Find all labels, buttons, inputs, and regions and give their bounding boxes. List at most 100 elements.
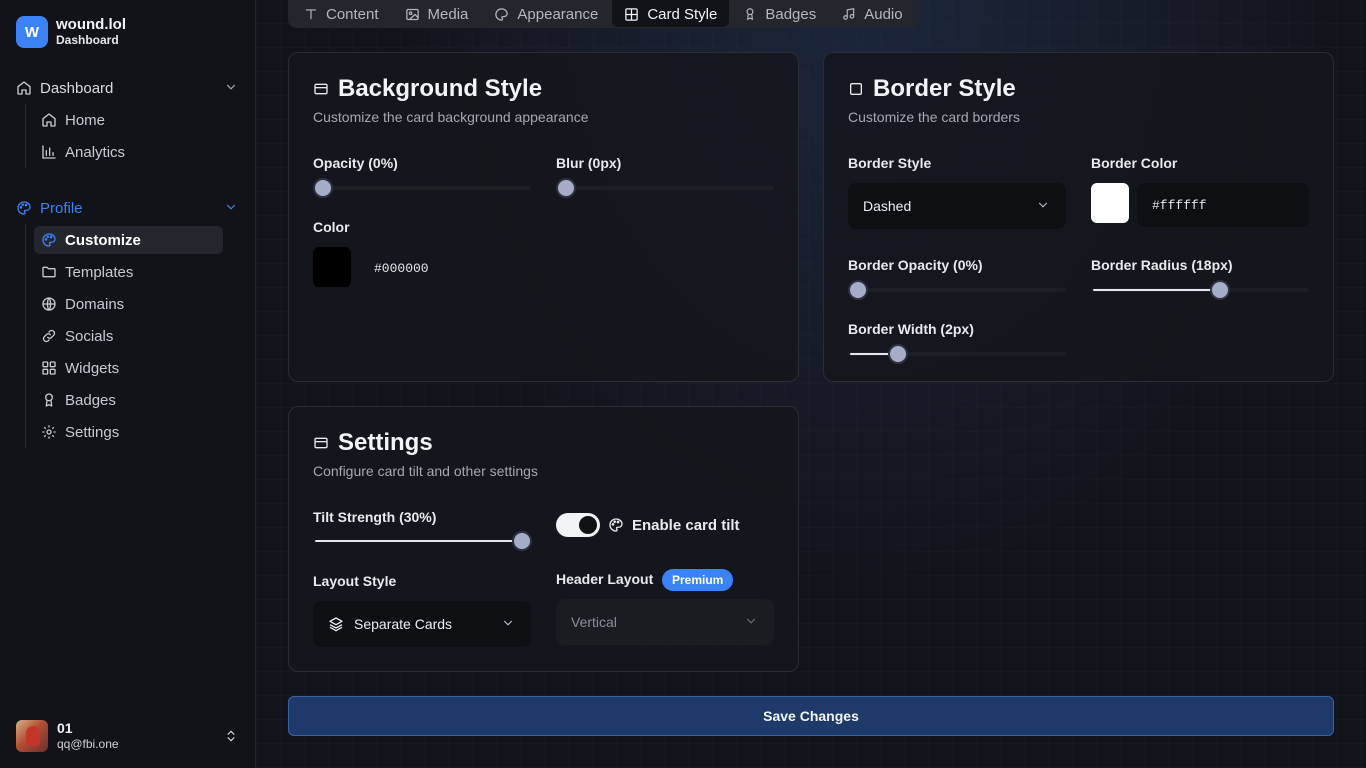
border-style-title: Border Style	[873, 75, 1016, 102]
background-style-title: Background Style	[338, 75, 543, 102]
sidebar-item-badges[interactable]: Badges	[34, 386, 223, 414]
slider-thumb[interactable]	[512, 531, 532, 551]
header-layout-select[interactable]: Vertical	[556, 599, 774, 645]
select-value: Vertical	[571, 614, 617, 630]
sidebar-item-label: Customize	[65, 231, 141, 249]
gear-icon	[41, 424, 57, 440]
palette-icon	[16, 200, 32, 216]
slider-thumb[interactable]	[888, 344, 908, 364]
globe-icon	[41, 296, 57, 312]
sidebar-item-label: Widgets	[65, 359, 120, 377]
border-width-slider[interactable]	[848, 344, 1066, 364]
slider-thumb[interactable]	[313, 178, 333, 198]
slider-track	[556, 186, 774, 190]
user-name: 01	[57, 720, 73, 736]
background-style-card: Background Style Customize the card back…	[288, 52, 799, 382]
sidebar: W wound.lol Dashboard Dashboard Home Ana…	[0, 0, 256, 768]
sidebar-item-customize[interactable]: Customize	[34, 226, 223, 254]
award-icon	[41, 392, 57, 408]
tab-label: Media	[427, 5, 469, 23]
border-opacity-slider[interactable]	[848, 280, 1066, 300]
sidebar-item-analytics[interactable]: Analytics	[34, 138, 223, 166]
premium-badge: Premium	[662, 569, 734, 591]
card-description: Configure card tilt and other settings	[313, 463, 538, 479]
tab-content[interactable]: Content	[292, 0, 391, 27]
border-style-label: Border Style	[848, 155, 932, 171]
table-icon	[624, 7, 639, 22]
nav-sub-profile: Customize Templates Domains Socials Widg…	[25, 224, 223, 448]
chevron-down-icon	[224, 80, 238, 94]
layout-style-label: Layout Style	[313, 573, 397, 589]
slider-thumb[interactable]	[1210, 280, 1230, 300]
slider-thumb[interactable]	[848, 280, 868, 300]
nav-group-label: Dashboard	[40, 79, 114, 97]
tilt-toggle[interactable]	[556, 513, 600, 537]
tab-bar: Content Media Appearance Card Style Badg…	[288, 0, 919, 28]
main-content: Content Media Appearance Card Style Badg…	[256, 0, 1366, 768]
slider-thumb[interactable]	[556, 178, 576, 198]
chevron-down-icon	[224, 200, 238, 214]
sidebar-item-label: Templates	[65, 263, 134, 281]
select-value: Separate Cards	[354, 616, 453, 632]
tab-badges[interactable]: Badges	[731, 0, 828, 27]
music-icon	[842, 7, 856, 21]
brand-name: wound.lol	[56, 16, 126, 33]
tilt-toggle-label: Enable card tilt	[632, 517, 740, 534]
nav-group-profile[interactable]: Profile	[16, 196, 240, 220]
border-opacity-label: Border Opacity (0%)	[848, 257, 983, 273]
sidebar-item-domains[interactable]: Domains	[34, 290, 223, 318]
sidebar-item-templates[interactable]: Templates	[34, 258, 223, 286]
border-color-label: Border Color	[1091, 155, 1178, 171]
palette-icon	[494, 7, 509, 22]
nav-sub-dashboard: Home Analytics	[25, 104, 125, 168]
tab-appearance[interactable]: Appearance	[482, 0, 610, 27]
layers-icon	[328, 616, 344, 632]
credit-card-icon	[313, 81, 329, 97]
tab-audio[interactable]: Audio	[830, 0, 914, 27]
toggle-knob	[579, 516, 597, 534]
tab-label: Card Style	[647, 5, 718, 23]
bar-chart-icon	[41, 144, 57, 160]
blur-slider[interactable]	[556, 178, 774, 198]
border-color-swatch[interactable]	[1091, 183, 1129, 223]
slider-track	[313, 186, 531, 190]
card-description: Customize the card borders	[848, 109, 1020, 125]
card-title: Settings	[313, 429, 433, 457]
tab-card-style[interactable]: Card Style	[612, 0, 730, 27]
sidebar-item-widgets[interactable]: Widgets	[34, 354, 223, 382]
tab-media[interactable]: Media	[393, 0, 481, 27]
sidebar-item-home[interactable]: Home	[34, 106, 223, 134]
opacity-label: Opacity (0%)	[313, 155, 398, 171]
chevrons-up-down-icon	[224, 728, 238, 744]
nav-group-dashboard[interactable]: Dashboard	[16, 76, 240, 100]
sidebar-item-label: Domains	[65, 295, 125, 313]
tab-label: Badges	[765, 5, 817, 23]
opacity-slider[interactable]	[313, 178, 531, 198]
background-color-hex[interactable]: #000000	[374, 261, 429, 276]
layout-style-select[interactable]: Separate Cards	[313, 601, 531, 647]
border-radius-slider[interactable]	[1091, 280, 1309, 300]
save-changes-button[interactable]: Save Changes	[288, 696, 1334, 736]
border-color-hex-input[interactable]: #ffffff	[1137, 183, 1309, 227]
text-icon	[304, 7, 318, 21]
tilt-strength-slider[interactable]	[313, 531, 532, 551]
brand[interactable]: W wound.lol Dashboard	[16, 16, 126, 48]
sidebar-item-settings[interactable]: Settings	[34, 418, 223, 446]
image-icon	[405, 7, 420, 22]
nav-group-label: Profile	[40, 199, 83, 217]
border-style-select[interactable]: Dashed	[848, 183, 1066, 229]
home-icon	[16, 80, 32, 96]
sidebar-item-label: Settings	[65, 423, 120, 441]
sidebar-item-socials[interactable]: Socials	[34, 322, 223, 350]
chevron-down-icon	[1036, 198, 1050, 212]
user-menu[interactable]: 01 qq@fbi.one	[16, 718, 240, 754]
tab-label: Appearance	[517, 5, 599, 23]
tilt-strength-label: Tilt Strength (30%)	[313, 509, 437, 525]
select-value: Dashed	[863, 198, 912, 214]
color-label: Color	[313, 219, 350, 235]
award-icon	[743, 7, 757, 21]
background-color-swatch[interactable]	[313, 247, 351, 287]
sidebar-item-label: Home	[65, 111, 106, 129]
slider-fill	[315, 540, 515, 542]
settings-card: Settings Configure card tilt and other s…	[288, 406, 799, 672]
